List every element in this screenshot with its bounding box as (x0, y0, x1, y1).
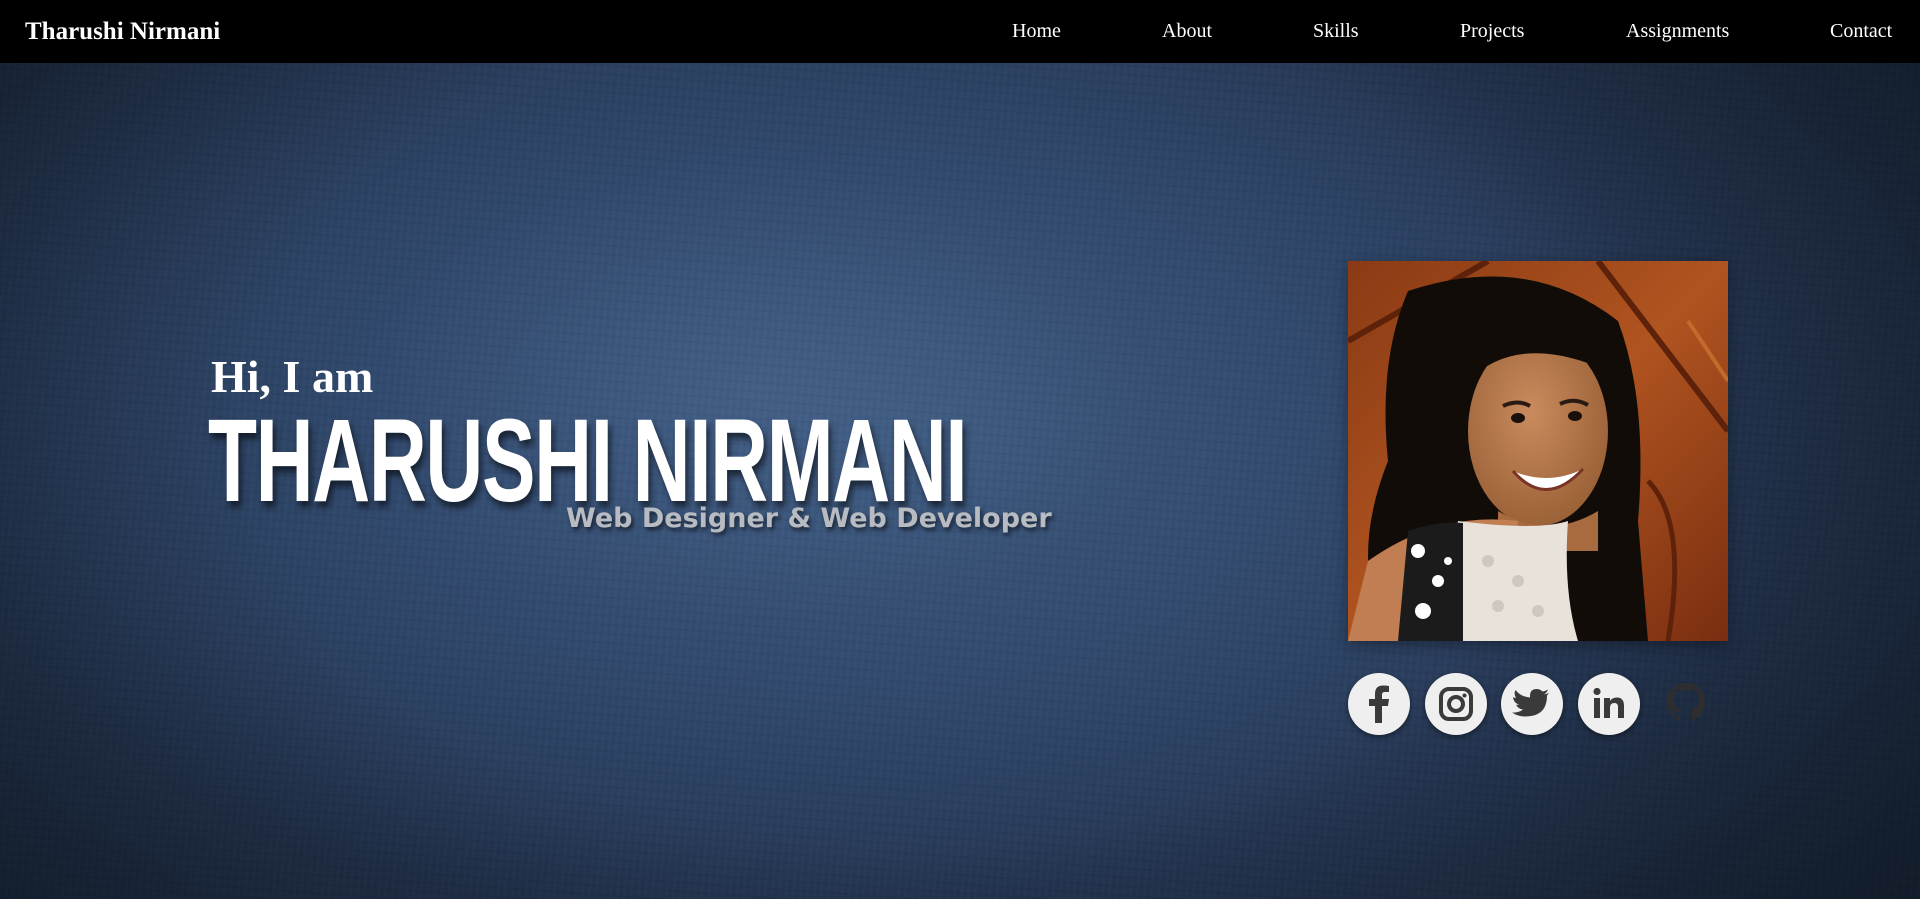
nav-link-about[interactable]: About (1162, 0, 1212, 63)
site-brand[interactable]: Tharushi Nirmani (25, 0, 220, 63)
instagram-icon[interactable] (1425, 673, 1487, 735)
top-navbar: Tharushi Nirmani Home About Skills Proje… (0, 0, 1920, 63)
nav-link-home[interactable]: Home (1012, 0, 1061, 63)
nav-link-contact[interactable]: Contact (1830, 0, 1892, 63)
twitter-icon[interactable] (1501, 673, 1563, 735)
nav-link-skills[interactable]: Skills (1313, 0, 1359, 63)
nav-link-assignments[interactable]: Assignments (1626, 0, 1729, 63)
hero-role: Web Designer & Web Developer (566, 503, 1052, 534)
nav-link-projects[interactable]: Projects (1460, 0, 1524, 63)
github-icon[interactable] (1655, 673, 1717, 735)
facebook-icon[interactable] (1348, 673, 1410, 735)
linkedin-icon[interactable] (1578, 673, 1640, 735)
profile-photo (1348, 261, 1728, 641)
